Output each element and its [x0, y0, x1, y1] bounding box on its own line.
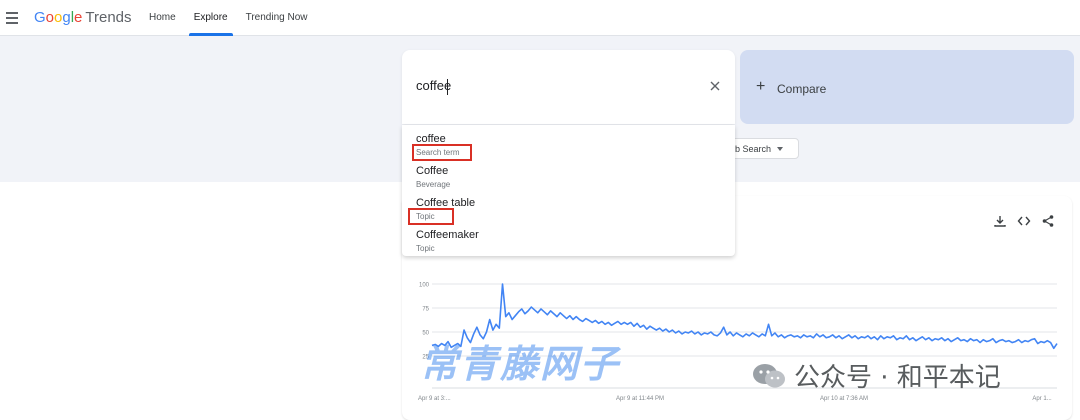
caret-down-icon — [777, 147, 783, 151]
menu-icon[interactable] — [6, 10, 22, 26]
google-trends-logo[interactable]: Google Trends — [34, 9, 132, 26]
watermark-account: 公众号 · 和平本记 — [752, 357, 1001, 394]
suggestion-item[interactable]: Coffee Beverage — [416, 165, 716, 189]
search-input[interactable] — [416, 78, 696, 93]
y-tick-label: 100 — [419, 283, 430, 289]
tab-trending-now[interactable]: Trending Now — [237, 0, 317, 36]
watermark-text: 常青藤网子 — [420, 342, 621, 386]
plus-icon: + — [756, 78, 766, 95]
x-tick-label: Apr 9 at 11:44 PM — [616, 396, 664, 402]
share-icon[interactable] — [1041, 214, 1055, 228]
wechat-icon — [753, 363, 785, 387]
search-type-label: ob Search — [730, 144, 772, 154]
suggestion-type: Topic — [416, 244, 435, 253]
suggestion-type: Beverage — [416, 180, 451, 189]
watermark-account-text: 公众号 · 和平本记 — [794, 363, 1001, 393]
compare-label: Compare — [777, 82, 827, 96]
suggestion-item[interactable]: Coffee table Topic — [416, 197, 716, 221]
top-app-bar: Google Trends Home Explore Trending Now — [0, 0, 1080, 36]
autocomplete-dropdown: coffee Search term Coffee Beverage Coffe… — [402, 125, 735, 256]
text-cursor — [447, 79, 448, 95]
x-tick-label: Apr 10 at 7:36 AM — [820, 396, 868, 402]
highlight-box — [408, 208, 454, 225]
compare-button[interactable]: + Compare — [740, 50, 1074, 124]
highlight-box — [412, 144, 472, 161]
close-icon[interactable] — [709, 80, 721, 92]
embed-code-icon[interactable] — [1017, 214, 1031, 228]
y-tick-label: 75 — [422, 307, 429, 313]
suggestion-item[interactable]: Coffeemaker Topic — [416, 229, 716, 253]
tab-explore[interactable]: Explore — [185, 0, 237, 36]
x-tick-label: Apr 1... — [1032, 396, 1052, 402]
logo-suffix: Trends — [85, 9, 132, 26]
suggestion-type: Topic — [416, 212, 435, 221]
tab-home[interactable]: Home — [140, 0, 185, 36]
main-nav: Home Explore Trending Now — [140, 0, 316, 36]
x-tick-label: Apr 9 at 3:... — [418, 396, 451, 402]
download-icon[interactable] — [993, 214, 1007, 228]
search-term-card — [402, 50, 735, 124]
